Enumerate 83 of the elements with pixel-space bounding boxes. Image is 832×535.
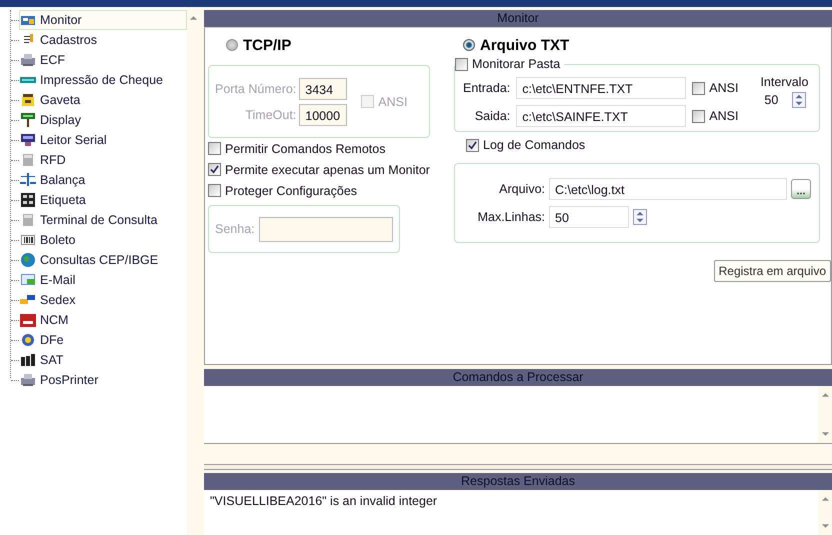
field-label: Intervalo [760,75,808,89]
input-field[interactable]: C:\etc\log.txt [549,178,787,200]
ncm-icon [20,312,36,328]
number-field[interactable]: 50 [762,89,792,111]
response-line: "VISUELLIBEA2016" is an invalid integer [210,494,438,508]
field-label: Max.Linhas: [476,210,545,224]
scroll-up-icon[interactable] [189,15,198,21]
tree-item[interactable]: PosPrinter [19,370,187,390]
tree-item[interactable]: RFD [19,150,187,170]
checkbox-label: Permite executar apenas um Monitor [225,162,430,176]
checkbox[interactable] [208,163,221,176]
input-field[interactable]: c:\etc\ENTNFE.TXT [516,77,686,99]
panel-header: Respostas Enviadas [204,473,832,490]
panel-header: Monitor [204,10,832,27]
tree-item[interactable]: SAT [19,350,187,370]
checkbox-label: ANSI [378,94,408,108]
scale-icon [20,172,36,188]
tree-item[interactable]: Cadastros [19,30,187,50]
splitter[interactable] [204,464,832,470]
tree-item[interactable]: ECF [19,50,187,70]
printer-icon [20,52,36,68]
checkbox[interactable] [692,110,706,122]
tree-item[interactable]: E-Mail [19,270,187,290]
text-area[interactable]: "VISUELLIBEA2016" is an invalid integer [204,490,832,535]
checkbox-label: Monitorar Pasta [472,57,560,71]
radio-button[interactable] [226,39,238,51]
tree-item[interactable]: Gaveta [19,90,187,110]
checkbox-label: ANSI [709,81,738,95]
drawer-icon [20,92,36,108]
field-label: Porta Número: [215,82,296,96]
checkbox[interactable] [692,82,706,94]
panel-header: Comandos a Processar [204,369,832,386]
field-label: Senha: [215,222,255,236]
checkbox-label: Log de Comandos [483,138,586,152]
radio-label[interactable]: TCP/IP [243,36,292,54]
checkbox[interactable] [208,142,221,155]
spin-buttons[interactable] [633,209,647,225]
radio-button[interactable] [463,39,475,51]
printer-icon [20,372,36,388]
keyboard-icon [20,132,36,148]
browse-button[interactable] [791,179,811,199]
scroll-up-icon[interactable] [820,392,830,398]
input-field[interactable]: 10000 [299,104,348,126]
tree-item[interactable]: Display [19,110,187,130]
scroll-down-icon[interactable] [820,431,830,437]
checkbox-label: Permitir Comandos Remotos [225,142,386,156]
sat-icon [20,352,36,368]
field-label: Entrada: [463,81,510,95]
tree-item[interactable]: Impressão de Cheque [19,70,187,90]
tree-item[interactable]: Consultas CEP/IBGE [19,250,187,270]
ellipsis-icon [796,192,806,195]
password-field[interactable] [258,216,393,242]
number-field[interactable]: 50 [549,206,629,228]
checkbox[interactable] [455,58,468,70]
input-field[interactable]: c:\etc\SAINFE.TXT [516,105,686,127]
field-label: Arquivo: [498,182,545,196]
tree-item[interactable]: Leitor Serial [19,130,187,150]
globe-icon [20,252,36,268]
field-label: TimeOut: [245,108,296,122]
radio-label[interactable]: Arquivo TXT [480,36,570,54]
label-grid-icon [20,192,36,208]
tree-item[interactable]: Etiqueta [19,190,187,210]
tooltip: Registra em arquivo [714,260,831,282]
spin-buttons[interactable] [792,92,806,108]
barcode-icon [20,232,36,248]
checkbox-label: ANSI [709,109,738,123]
scroll-up-icon[interactable] [820,496,830,502]
tree-item[interactable]: Terminal de Consulta [19,210,187,230]
tree-item[interactable]: Boleto [19,230,187,250]
checkbox-label: Proteger Configurações [225,184,358,198]
scroll-down-icon[interactable] [820,523,830,529]
tree-item[interactable]: NCM [19,310,187,330]
field-label: Saida: [474,109,510,123]
input-field[interactable]: 3434 [299,78,348,100]
checkbox[interactable] [208,184,221,197]
tree-item[interactable]: Sedex [19,290,187,310]
tree-item[interactable]: Monitor [19,10,187,30]
checkbox[interactable] [466,138,479,152]
tree-item[interactable]: Balança [19,170,187,190]
checkbox[interactable] [361,95,374,108]
envelope-icon [20,272,36,288]
tree-item[interactable]: DFe [19,330,187,350]
display-icon [20,112,36,128]
